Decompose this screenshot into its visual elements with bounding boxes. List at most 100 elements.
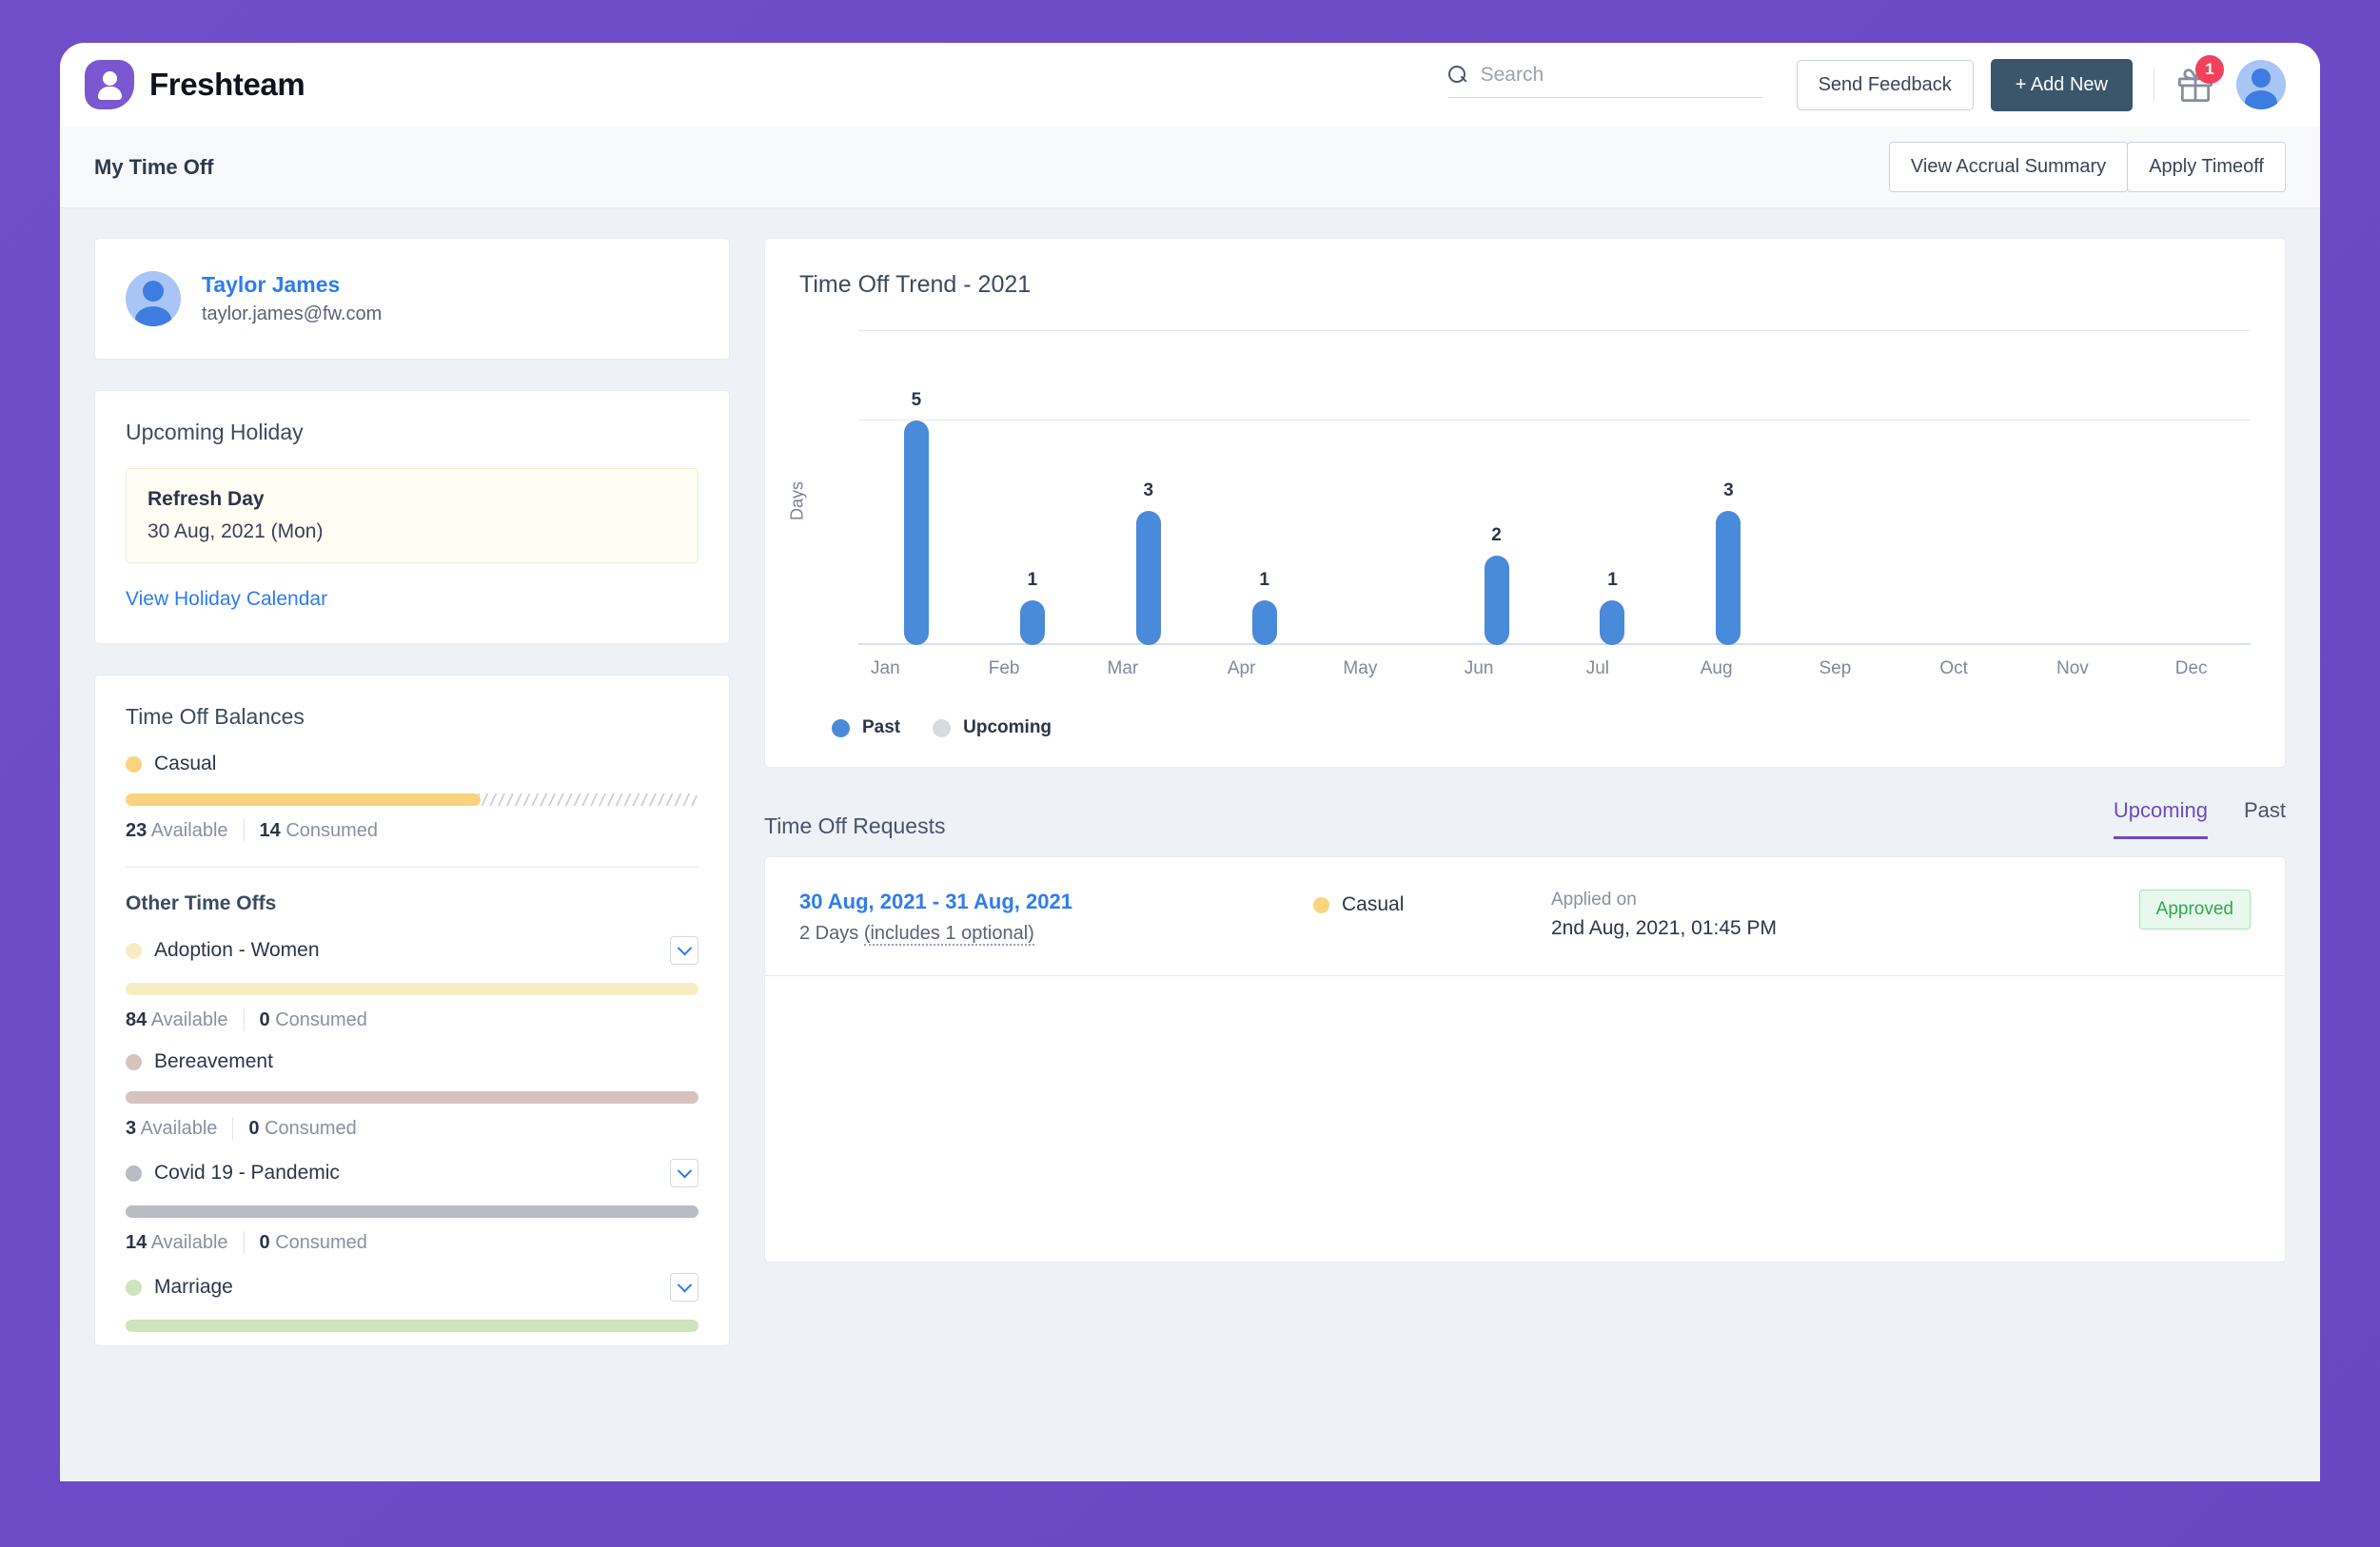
chart-bar-column[interactable]: 2 [1439,331,1555,645]
chart-bar[interactable] [1600,599,1625,645]
chart-bar-column[interactable] [2018,331,2134,645]
tab-past[interactable]: Past [2244,798,2286,839]
chart-bar-value: 1 [1259,569,1270,590]
other-balance-stats: 14 Available 0 Consumed [126,1231,698,1269]
request-dates-cell: 30 Aug, 2021 - 31 Aug, 2021 2 Days (inclu… [799,890,1313,946]
add-new-button[interactable]: + Add New [1990,58,2133,111]
other-time-offs-title: Other Time Offs [126,892,277,914]
request-type-name: Casual [1342,893,1405,915]
gift-icon[interactable]: 1 [2175,55,2224,105]
chart-bar-column[interactable]: 1 [974,331,1091,645]
other-time-off-row: Adoption - Women 84 Available 0 Consumed [126,936,698,1047]
balance-progress-bar [126,793,698,806]
chart-bar[interactable] [903,421,929,645]
chart-x-tick: Oct [1939,658,1968,678]
chart-bar-column[interactable] [1323,331,1439,645]
chart-x-tick: Aug [1700,658,1733,678]
other-type-name: Covid 19 - Pandemic [154,1162,340,1184]
chart-x-tick: Feb [988,658,1020,678]
send-feedback-button[interactable]: Send Feedback [1796,59,1974,110]
color-dot [126,1053,142,1070]
chart-bar-column[interactable]: 1 [1555,331,1671,645]
available-label: Available [150,1231,228,1253]
other-balance-stats: 3 Available 0 Consumed [126,1117,698,1155]
tab-upcoming[interactable]: Upcoming [2113,798,2208,839]
chart-bar-column[interactable] [1902,331,2018,645]
expand-chevron-down-icon[interactable] [670,1273,698,1302]
applied-on-value: 2nd Aug, 2021, 01:45 PM [1551,917,1778,939]
brand-logo[interactable]: Freshteam [85,60,305,109]
chart-bar-value: 1 [1027,569,1038,590]
notification-badge: 1 [2195,55,2224,84]
user-avatar[interactable] [2236,60,2286,109]
chart-bar[interactable] [1135,510,1161,645]
view-holiday-calendar-link[interactable]: View Holiday Calendar [126,588,698,611]
status-badge: Approved [2138,890,2251,930]
view-accrual-summary-button[interactable]: View Accrual Summary [1888,142,2129,192]
chart-legend-item[interactable]: Past [832,717,900,738]
chart-bar-value: 3 [1143,480,1154,500]
time-off-requests-title: Time Off Requests [764,813,946,838]
person-shield-icon [85,60,134,109]
chart-bar-column[interactable] [2134,331,2251,645]
chart-bar-column[interactable] [1786,331,1902,645]
request-optional-note: (includes 1 optional) [863,923,1034,946]
requests-empty-space [765,976,2285,1262]
search-input[interactable] [1480,63,1762,87]
chart-bar-column[interactable]: 1 [1207,331,1323,645]
chart-bars: 5 1 3 1 2 1 3 [858,331,2251,645]
chart-bar-value: 3 [1723,480,1734,500]
chart-legend: Past Upcoming [832,717,2251,738]
page-title: My Time Off [94,154,214,179]
other-row-header: Marriage [126,1273,698,1302]
chart-bar[interactable] [1716,510,1741,645]
request-applied-cell: Applied on 2nd Aug, 2021, 01:45 PM [1551,890,1951,940]
left-column: Taylor James taylor.james@fw.com Upcomin… [94,238,730,1346]
chart-bar[interactable] [1251,599,1277,645]
chart-title: Time Off Trend - 2021 [799,271,1032,298]
available-count: 84 [126,1008,148,1030]
brand-name: Freshteam [149,67,305,102]
apply-timeoff-button[interactable]: Apply Timeoff [2127,142,2286,192]
chart-legend-item[interactable]: Upcoming [933,717,1052,738]
app-window: Freshteam Send Feedback + Add New [60,43,2320,1481]
profile-name[interactable]: Taylor James [202,272,382,298]
search-icon [1447,65,1467,85]
right-column: Time Off Trend - 2021 Days 5 1 3 1 2 1 3 Jan Fe… [764,238,2286,1346]
chart-bar-value: 5 [911,390,922,411]
chart-bar-column[interactable]: 5 [858,331,974,645]
other-row-header: Covid 19 - Pandemic [126,1159,698,1187]
holiday-date: 30 Aug, 2021 (Mon) [148,520,324,542]
color-dot [126,1279,142,1296]
time-off-balances-title: Time Off Balances [126,704,305,729]
chart-bar-column[interactable]: 3 [1670,331,1786,645]
consumed-label: Consumed [285,819,379,841]
table-row[interactable]: 30 Aug, 2021 - 31 Aug, 2021 2 Days (inclu… [765,857,2285,976]
consumed-count: 0 [259,1231,270,1253]
other-progress-bar [126,1091,698,1104]
chart-bar-column[interactable]: 3 [1091,331,1207,645]
holiday-name: Refresh Day [148,488,265,510]
request-date-range[interactable]: 30 Aug, 2021 - 31 Aug, 2021 [799,890,1313,914]
time-off-balances-card: Time Off Balances Casual 23 Available 14… [94,675,730,1346]
request-type-cell: Casual [1313,890,1551,916]
chart-x-tick: Mar [1107,658,1139,678]
profile-avatar [126,271,181,326]
chart-plot-area: Days 5 1 3 1 2 1 3 [788,330,2251,645]
color-dot [126,1165,142,1182]
other-progress-bar [126,1205,698,1218]
chart-bar[interactable] [1484,555,1509,645]
expand-chevron-down-icon[interactable] [670,936,698,965]
chart-x-tick: Jun [1464,658,1494,678]
top-navigation-bar: Freshteam Send Feedback + Add New [60,43,2320,127]
legend-color-dot [933,718,952,737]
other-row-header: Adoption - Women [126,936,698,965]
upcoming-holiday-title: Upcoming Holiday [126,420,304,444]
chart-x-tick: Jan [871,658,900,678]
search-box[interactable] [1447,63,1762,98]
profile-card: Taylor James taylor.james@fw.com [94,238,730,360]
chart-x-tick: Apr [1227,658,1256,678]
expand-chevron-down-icon[interactable] [670,1159,698,1187]
other-progress-bar [126,1320,698,1332]
chart-bar[interactable] [1019,599,1045,645]
